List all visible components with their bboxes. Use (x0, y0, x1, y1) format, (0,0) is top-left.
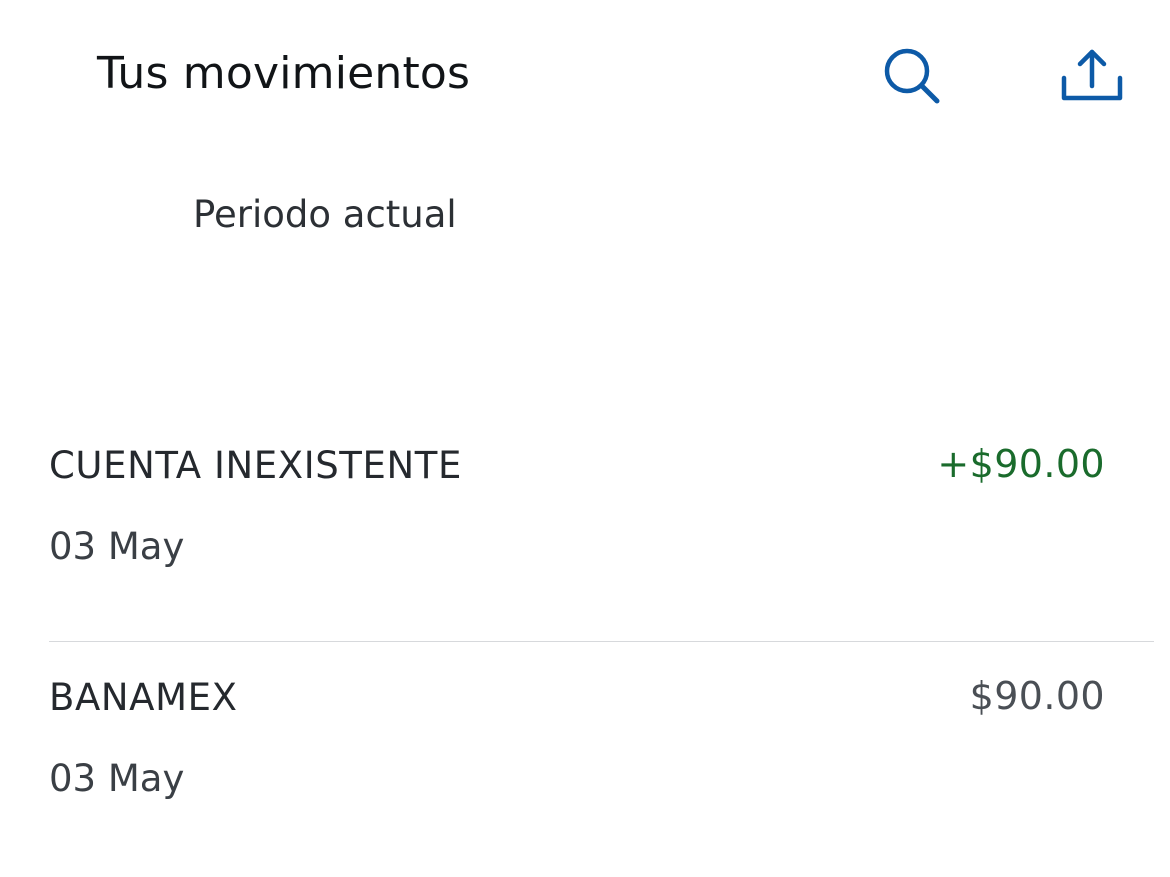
search-icon (884, 48, 940, 104)
transaction-date: 03 May (49, 757, 185, 800)
page-title: Tus movimientos (97, 48, 471, 99)
transaction-row[interactable]: BANAMEX $90.00 03 May (0, 642, 1170, 874)
transaction-date: 03 May (49, 525, 185, 568)
tab-periodo-actual[interactable]: Periodo actual (193, 190, 457, 240)
transaction-amount: +$90.00 (937, 442, 1105, 486)
search-button[interactable] (880, 44, 944, 108)
transaction-amount: $90.00 (969, 674, 1105, 718)
transaction-row[interactable]: CUENTA INEXISTENTE +$90.00 03 May (0, 410, 1170, 642)
share-upload-icon (1061, 49, 1123, 101)
transaction-name: BANAMEX (49, 676, 238, 719)
transactions-list: CUENTA INEXISTENTE +$90.00 03 May BANAME… (0, 410, 1170, 874)
tab-other-period[interactable] (666, 190, 986, 262)
share-button[interactable] (1058, 44, 1128, 108)
transaction-name: CUENTA INEXISTENTE (49, 444, 462, 487)
